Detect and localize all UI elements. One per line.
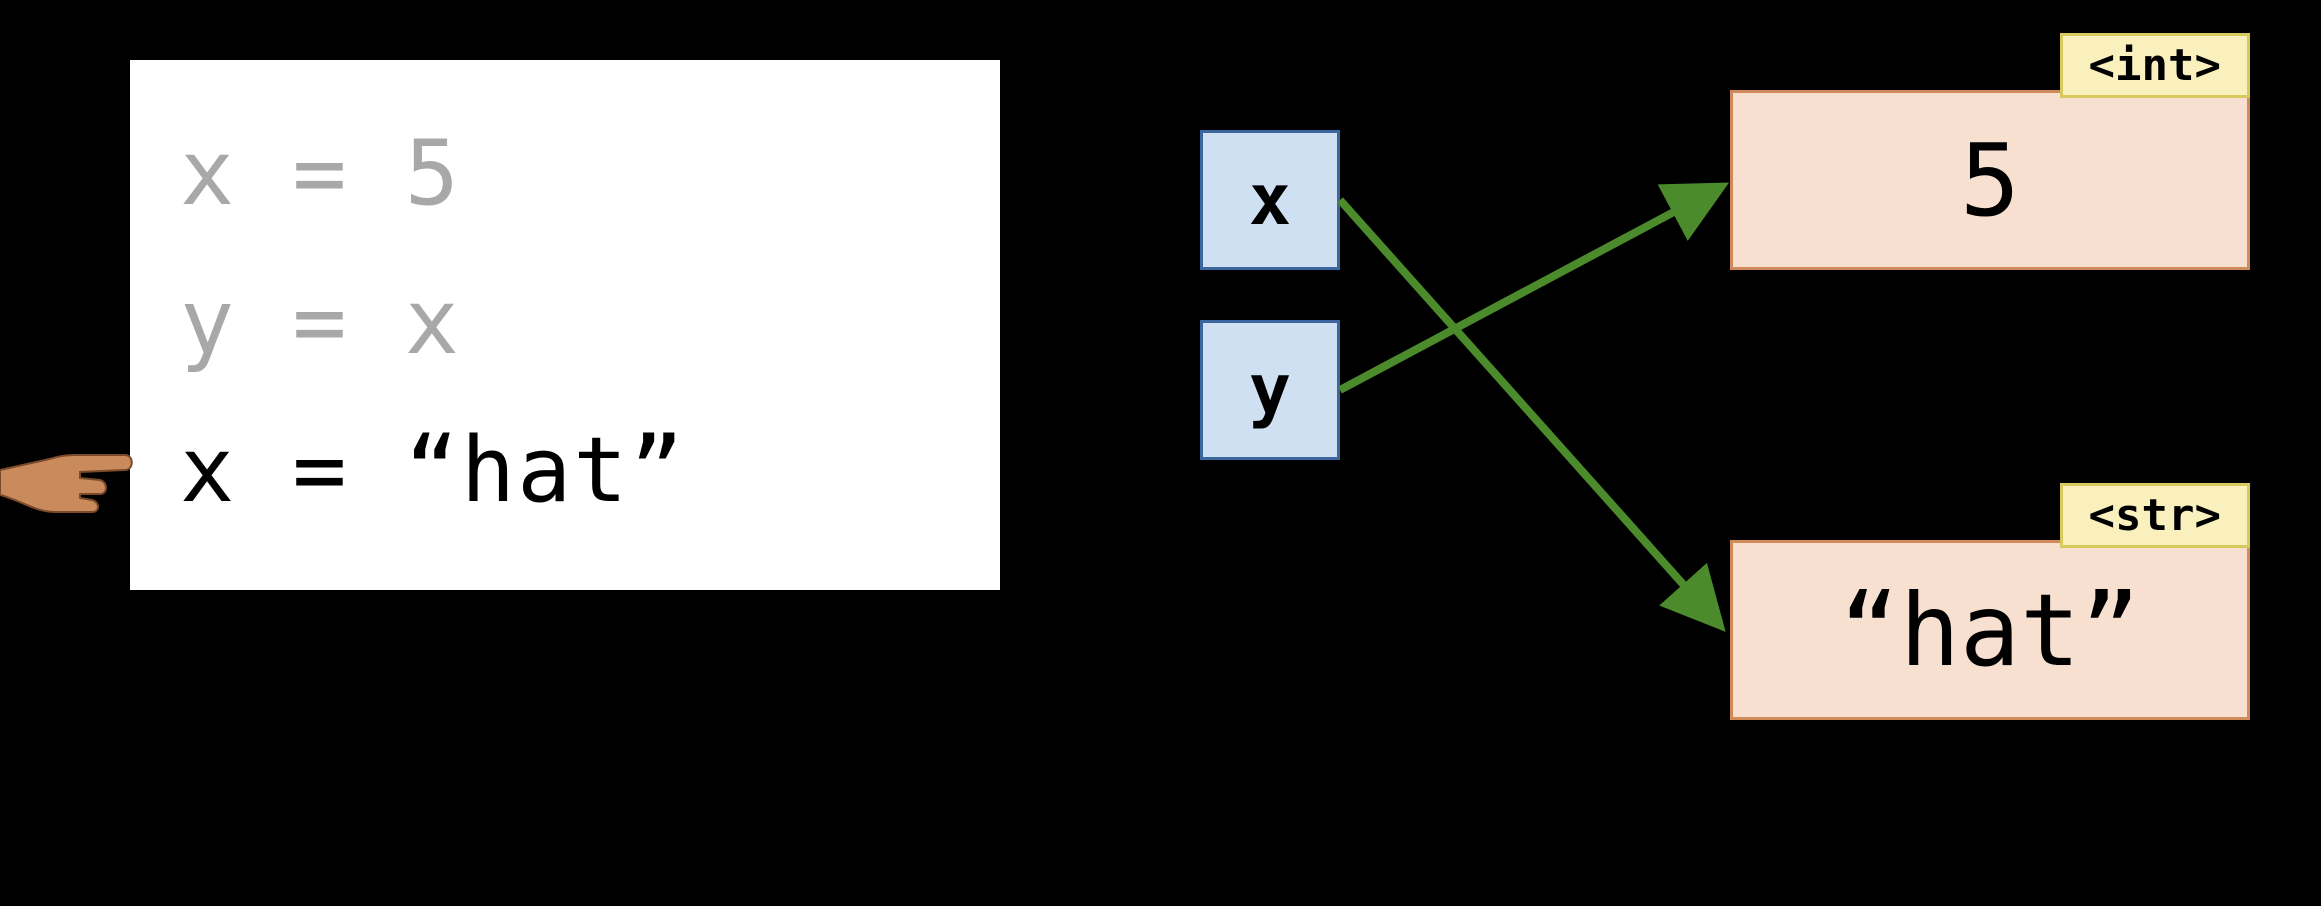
diagram-stage: x = 5 y = x x = “hat” x y <int> 5 <str> …: [0, 0, 2321, 906]
value-label: “hat”: [1839, 572, 2140, 689]
value-box-int: <int> 5: [1730, 90, 2250, 270]
value-box-str: <str> “hat”: [1730, 540, 2250, 720]
arrow-y-to-int: [1340, 190, 1715, 390]
arrow-x-to-str: [1340, 200, 1715, 620]
code-line-1: x = 5: [180, 100, 950, 249]
code-line-2: y = x: [180, 249, 950, 398]
variable-label: x: [1249, 159, 1291, 241]
code-line-3-current: x = “hat”: [180, 397, 950, 546]
value-label: 5: [1960, 122, 2020, 239]
pointer-hand-icon: [0, 400, 140, 520]
variable-box-y: y: [1200, 320, 1340, 460]
variable-box-x: x: [1200, 130, 1340, 270]
type-tag-int: <int>: [2060, 33, 2250, 98]
variable-label: y: [1249, 349, 1291, 431]
code-panel: x = 5 y = x x = “hat”: [130, 60, 1000, 590]
type-tag-str: <str>: [2060, 483, 2250, 548]
